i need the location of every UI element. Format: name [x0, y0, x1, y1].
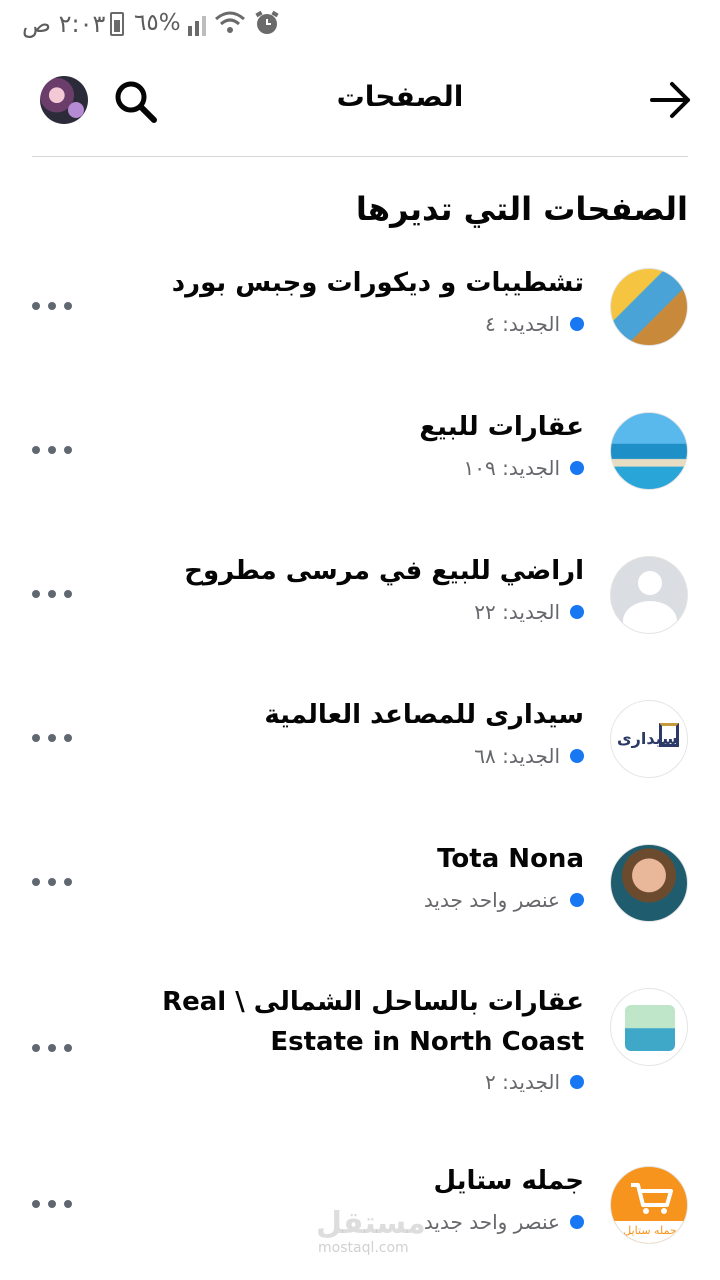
wifi-icon — [215, 11, 245, 33]
more-options-icon[interactable] — [32, 296, 72, 316]
page-meta-text: الجديد: ٢٢ — [474, 600, 560, 624]
more-options-icon[interactable] — [32, 1038, 72, 1058]
house-icon — [659, 723, 679, 747]
more-options-icon[interactable] — [32, 440, 72, 460]
avatar-logo-text: جمله ستايل — [611, 1221, 687, 1243]
new-indicator-dot — [570, 1215, 584, 1229]
page-meta: الجديد: ١٠٩ — [464, 456, 584, 480]
watermark-url: mostaql.com — [318, 1240, 409, 1256]
page-avatar[interactable] — [610, 412, 688, 490]
page-meta-text: الجديد: ٢ — [485, 1070, 560, 1094]
new-indicator-dot — [570, 893, 584, 907]
profile-avatar[interactable] — [40, 76, 88, 124]
list-item[interactable]: اراضي للبيع في مرسى مطروح الجديد: ٢٢ — [32, 556, 688, 676]
more-options-icon[interactable] — [32, 728, 72, 748]
page-name[interactable]: سيدارى للمصاعد العالمية — [264, 700, 584, 730]
page-meta: الجديد: ٢٢ — [474, 600, 584, 624]
list-item[interactable]: عقارات للبيع الجديد: ١٠٩ — [32, 412, 688, 532]
more-options-icon[interactable] — [32, 1194, 72, 1214]
battery-percentage: %٦٥ — [134, 10, 181, 36]
status-time: ٢:٠٣ ص — [22, 10, 106, 38]
page-name[interactable]: عقارات بالساحل الشمالى \ Real Estate in … — [114, 982, 584, 1062]
page-meta-text: الجديد: ٤ — [485, 312, 560, 336]
new-indicator-dot — [570, 749, 584, 763]
new-indicator-dot — [570, 317, 584, 331]
page-meta: عنصر واحد جديد — [424, 888, 584, 912]
new-indicator-dot — [570, 605, 584, 619]
page-meta: الجديد: ٦٨ — [474, 744, 584, 768]
page-name[interactable]: اراضي للبيع في مرسى مطروح — [184, 556, 584, 586]
list-item[interactable]: Tota Nona عنصر واحد جديد — [32, 844, 688, 964]
alarm-icon — [255, 10, 279, 34]
battery-icon — [110, 12, 124, 36]
page-name[interactable]: تشطيبات و ديكورات وجبس بورد — [172, 268, 584, 298]
new-indicator-dot — [570, 461, 584, 475]
section-title: الصفحات التي تديرها — [355, 190, 688, 228]
page-avatar[interactable] — [610, 268, 688, 346]
list-item[interactable]: تشطيبات و ديكورات وجبس بورد الجديد: ٤ — [32, 268, 688, 388]
page-avatar[interactable]: جمله ستايل — [610, 1166, 688, 1244]
watermark-logo: مستقل — [316, 1206, 426, 1241]
more-options-icon[interactable] — [32, 872, 72, 892]
back-arrow-icon[interactable] — [648, 80, 694, 120]
page-meta: الجديد: ٤ — [485, 312, 584, 336]
page-name[interactable]: Tota Nona — [437, 844, 584, 874]
page-meta-text: الجديد: ١٠٩ — [463, 456, 560, 480]
page-meta-text: عنصر واحد جديد — [423, 888, 560, 912]
page-meta: الجديد: ٢ — [485, 1070, 584, 1094]
new-indicator-dot — [570, 1075, 584, 1089]
page-avatar[interactable] — [610, 844, 688, 922]
page-name[interactable]: عقارات للبيع — [419, 412, 584, 442]
page-meta: عنصر واحد جديد — [424, 1210, 584, 1234]
page-meta-text: عنصر واحد جديد — [423, 1210, 560, 1234]
signal-icon — [188, 16, 206, 36]
list-item[interactable]: عقارات بالساحل الشمالى \ Real Estate in … — [32, 987, 688, 1148]
default-avatar-icon[interactable] — [610, 556, 688, 634]
search-icon[interactable] — [112, 78, 158, 124]
header-divider — [32, 156, 688, 157]
page-title: الصفحات — [336, 80, 464, 113]
page-avatar[interactable] — [610, 988, 688, 1066]
list-item[interactable]: سيدارى سيدارى للمصاعد العالمية الجديد: ٦… — [32, 700, 688, 820]
page-meta-text: الجديد: ٦٨ — [474, 744, 560, 768]
status-bar: ٢:٠٣ ص %٦٥ — [0, 0, 720, 48]
top-bar: الصفحات — [0, 60, 720, 140]
page-avatar[interactable]: سيدارى — [610, 700, 688, 778]
page-name[interactable]: جمله ستايل — [433, 1166, 584, 1196]
shopping-cart-icon — [631, 1183, 673, 1214]
more-options-icon[interactable] — [32, 584, 72, 604]
